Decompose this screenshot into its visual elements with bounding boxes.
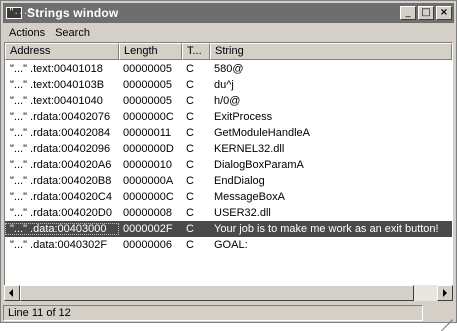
cell-address: "..." .rdata:00402096 [10,143,111,155]
menu-bar: Actions Search [3,24,454,42]
list-row[interactable]: "..." .rdata:00402084 00000011 C GetModuleH… [5,125,452,141]
cell-address: "..." .data:0040302F [10,239,108,251]
cell-address: "..." .rdata:004020B8 [10,175,112,187]
scroll-left-button[interactable] [4,285,20,301]
column-header-string[interactable]: String [210,43,452,60]
strings-window: "..." Strings window _ □ × Actions Searc… [0,0,457,331]
cell-type: C [186,143,194,155]
cell-type: C [186,239,194,251]
column-header-length[interactable]: Length [119,43,182,60]
strings-app-icon: "..." [6,7,33,19]
close-button[interactable]: × [436,6,452,20]
minimize-icon: _ [405,7,411,18]
cell-address: "..." .text:00401040 [10,95,103,107]
title-bar[interactable]: "..." Strings window _ □ × [3,3,454,23]
cell-type: C [186,159,194,171]
cell-string: h/0@ [214,95,241,107]
window-title: Strings window [27,6,119,20]
cell-type: C [186,95,194,107]
arrow-left-icon [9,289,13,297]
cell-string: ExitProcess [214,111,273,123]
cell-address: "..." .data:00403000 [5,223,119,235]
cell-length: 00000006 [123,239,172,251]
cell-length: 0000000C [123,191,174,203]
cell-address: "..." .rdata:00402076 [10,111,111,123]
cell-string: GetModuleHandleA [214,127,311,139]
column-header-type[interactable]: T... [182,43,210,60]
scrollbar-track[interactable] [414,285,437,301]
list-row[interactable]: "..." .rdata:004020C4 0000000C C MessageBox… [5,189,452,205]
list-row[interactable]: "..." .rdata:004020B8 0000000A C EndDialog [5,173,452,189]
cell-length: 00000008 [123,207,172,219]
list-row[interactable]: "..." .text:00401018 00000005 C 580@ [5,61,452,77]
list-row[interactable]: "..." .rdata:00402076 0000000C C ExitProces… [5,109,452,125]
resize-grip-icon[interactable] [439,306,453,331]
cell-string: MessageBoxA [214,191,285,203]
cell-length: 00000005 [123,63,172,75]
list-row[interactable]: "..." .text:0040103B 00000005 Cdu^j [5,77,452,93]
cell-length: 0000000A [123,175,174,187]
cell-type: C [186,79,194,91]
cell-address: "..." .rdata:004020A6 [10,159,112,171]
cell-length: 0000000D [123,143,174,155]
close-icon: × [439,7,449,18]
cell-length: 00000005 [123,95,172,107]
cell-type: C [186,191,194,203]
list-row[interactable]: "..." .text:00401040 00000005 Ch/0@ [5,93,452,109]
cell-string: du^j [214,79,234,91]
list-row[interactable]: "..." .data:0040302F 00000006 C GOAL: [5,237,452,253]
cell-length: 00000011 [123,127,172,139]
cell-address: "..." .rdata:004020D0 [10,207,112,219]
status-bar: Line 11 of 12 [3,304,454,331]
cell-string: EndDialog [214,175,265,187]
cell-string: GOAL: [214,239,248,251]
scroll-right-button[interactable] [437,285,453,301]
menu-search[interactable]: Search [50,27,95,39]
cell-type: C [186,127,194,139]
cell-length: 0000000C [123,111,174,123]
cell-length: 0000002F [123,223,173,235]
list-row[interactable]: "..." .rdata:00402096 0000000D C KERNEL32.d… [5,141,452,157]
cell-string: Your job is to make me work as an exit b… [214,223,439,235]
column-header-address[interactable]: Address [5,43,119,60]
list-row[interactable]: "..." .rdata:004020D0 00000008 C USER32.dll [5,205,452,221]
cell-string: DialogBoxParamA [214,159,304,171]
minimize-button[interactable]: _ [400,6,416,20]
cell-string: 580@ [214,63,244,75]
cell-string: KERNEL32.dll [214,143,285,155]
list-header: Address Length T... String [5,43,452,60]
maximize-button[interactable]: □ [418,6,434,20]
scrollbar-thumb[interactable] [20,285,414,301]
list-row[interactable]: "..." .data:00403000 0000002F C Your job is… [5,221,452,237]
cell-address: "..." .rdata:00402084 [10,127,111,139]
cell-length: 00000010 [123,159,172,171]
cell-length: 00000005 [123,79,172,91]
cell-type: C [186,63,194,75]
list-row[interactable]: "..." .rdata:004020A6 00000010 C DialogBoxP… [5,157,452,173]
strings-list[interactable]: Address Length T... String "..." .text:0… [4,42,453,300]
arrow-right-icon [443,289,447,297]
horizontal-scrollbar[interactable] [4,285,453,301]
menu-actions[interactable]: Actions [3,27,50,39]
cell-type: C [186,207,194,219]
cell-type: C [186,111,194,123]
cell-string: USER32.dll [214,207,271,219]
maximize-icon: □ [421,7,431,18]
list-rows: "..." .text:00401018 00000005 C 580@ "..." .… [5,61,452,253]
cell-type: C [186,223,194,235]
cell-address: "..." .text:00401018 [10,63,103,75]
cell-address: "..." .rdata:004020C4 [10,191,112,203]
cell-address: "..." .text:0040103B [10,79,105,91]
app-icon-label: "..." [9,8,34,17]
status-line-count: Line 11 of 12 [3,304,423,321]
cell-type: C [186,175,194,187]
